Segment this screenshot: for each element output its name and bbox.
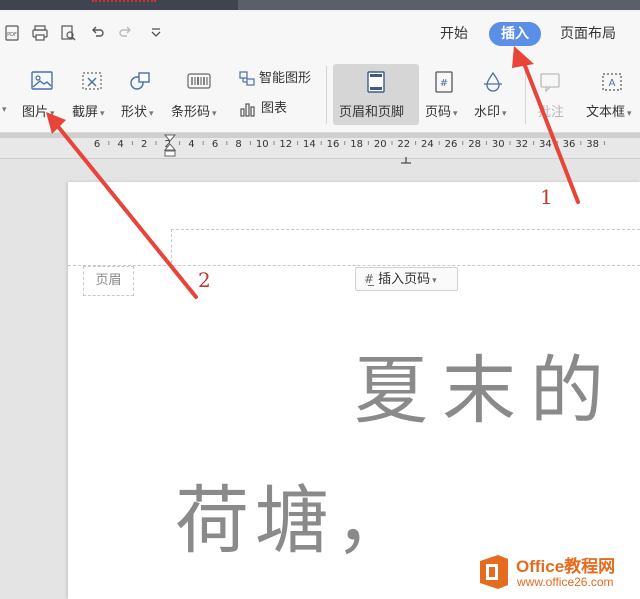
picture-icon[interactable]	[30, 70, 56, 94]
svg-text:PDF: PDF	[7, 32, 17, 38]
ruler-number: 14	[303, 139, 316, 150]
ruler-number: 10	[256, 139, 269, 150]
shape-button[interactable]: 形状 ▾	[121, 101, 154, 120]
print-preview-icon[interactable]	[59, 24, 77, 42]
tab-stop-marker-icon[interactable]	[400, 150, 412, 164]
print-icon[interactable]	[31, 24, 49, 42]
customize-toolbar-icon[interactable]	[147, 24, 165, 42]
shape-label: 形状	[121, 105, 148, 120]
ruler-number: 32	[515, 139, 528, 150]
ruler-number: 34	[539, 139, 552, 150]
horizontal-ruler[interactable]: 6 4 2 2 4 6 8 10 12 14 16 18 20 22 24 26 28 30 32 34 36 38	[0, 133, 640, 159]
header-tag: 页眉	[83, 266, 134, 296]
undo-icon[interactable]	[88, 24, 106, 42]
svg-text:#: #	[440, 78, 448, 89]
chart-icon[interactable]	[238, 100, 258, 118]
barcode-label: 条形码	[171, 105, 211, 120]
tab-insert[interactable]: 插入	[489, 22, 541, 46]
ruler-number: 26	[445, 139, 458, 150]
export-pdf-icon[interactable]: PDF	[3, 24, 21, 42]
header-divider-line	[68, 265, 640, 266]
document-tab-strip[interactable]	[238, 0, 640, 10]
shape-icon[interactable]	[128, 70, 154, 94]
text-box-icon[interactable]: A	[600, 70, 626, 94]
ribbon-separator-2	[525, 66, 526, 124]
screenshot-label: 截屏	[72, 105, 99, 120]
ruler-number: 6	[94, 139, 100, 150]
barcode-icon[interactable]	[186, 70, 212, 94]
watermark-button[interactable]: 水印 ▾	[474, 101, 507, 120]
page-number-label: 页码	[425, 105, 452, 120]
tab-page-layout[interactable]: 页面布局	[560, 22, 616, 46]
comment-button: 批注	[538, 105, 565, 120]
office-logo-icon	[476, 553, 512, 591]
insert-page-number-label: 插入页码	[378, 272, 431, 287]
ruler-number: 22	[397, 139, 410, 150]
watermark-label: 水印	[474, 105, 501, 120]
smart-art-icon[interactable]	[238, 70, 258, 88]
ruler-number: 20	[374, 139, 387, 150]
watermark-url: www.office26.com	[517, 575, 614, 589]
title-bar	[0, 0, 640, 12]
ruler-number: 38	[586, 139, 599, 150]
redo-icon[interactable]	[117, 24, 135, 42]
ruler-number: 6	[212, 139, 218, 150]
picture-button[interactable]: 图片 ▾	[22, 101, 55, 120]
truncated-group-caret[interactable]: ▾	[0, 101, 7, 116]
ruler-number: 36	[563, 139, 576, 150]
watermark-icon[interactable]	[481, 70, 507, 94]
ruler-number: 28	[468, 139, 481, 150]
document-text-line-2[interactable]: 荷塘，	[175, 484, 415, 558]
annotation-number-1: 1	[540, 185, 553, 209]
insert-page-number-button[interactable]: #̲ 插入页码 ▾	[355, 267, 458, 291]
ruler-number: 24	[421, 139, 434, 150]
annotation-number-2: 2	[198, 268, 211, 292]
document-text-line-1[interactable]: 夏末的	[354, 354, 618, 428]
picture-label: 图片	[22, 105, 49, 120]
watermark-title: Office教程网	[516, 557, 616, 576]
svg-text:A: A	[609, 78, 616, 89]
ribbon-separator	[326, 66, 327, 124]
header-footer-icon[interactable]	[364, 70, 390, 94]
ruler-number: 4	[188, 139, 194, 150]
ruler-number: 8	[235, 139, 241, 150]
text-box-label: 文本框	[586, 105, 626, 120]
comment-icon	[538, 70, 564, 94]
ruler-number: 30	[492, 139, 505, 150]
smart-art-button[interactable]: 智能图形	[259, 70, 311, 88]
header-margin-guide	[171, 229, 640, 263]
ruler-number: 18	[350, 139, 363, 150]
chart-button[interactable]: 图表	[261, 100, 287, 118]
ruler-band	[0, 133, 640, 138]
ruler-number: 2	[141, 139, 147, 150]
page-number-icon[interactable]: #	[432, 70, 458, 94]
ruler-number: 4	[117, 139, 123, 150]
screenshot-icon[interactable]	[80, 70, 106, 94]
ruler-marks: 6 4 2 2 4 6 8 10 12 14 16 18 20 22 24 26 28 30 32 34 36 38	[0, 133, 640, 150]
indent-marker-icon[interactable]	[163, 134, 177, 158]
text-box-button[interactable]: 文本框 ▾	[586, 101, 632, 120]
barcode-button[interactable]: 条形码 ▾	[171, 101, 217, 120]
screenshot-button[interactable]: 截屏 ▾	[72, 101, 105, 120]
page-number-button[interactable]: 页码 ▾	[425, 101, 458, 120]
active-tab-indicator	[92, 0, 156, 3]
header-footer-label: 页眉和页脚	[339, 105, 405, 120]
ruler-number: 12	[279, 139, 292, 150]
tab-start[interactable]: 开始	[440, 22, 468, 46]
ruler-number: 16	[327, 139, 340, 150]
page-number-small-icon: #̲	[364, 272, 375, 286]
